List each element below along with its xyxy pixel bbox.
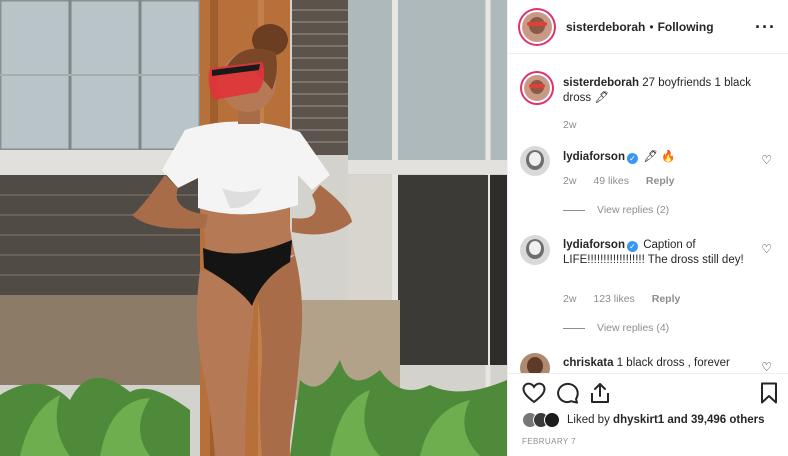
- view-replies-line: [563, 327, 585, 329]
- post-date[interactable]: FEBRUARY 7: [522, 437, 576, 446]
- share-icon[interactable]: [589, 382, 611, 404]
- comment-text: lydiaforson ✓ 🖋 🔥: [563, 150, 763, 165]
- post-header: sisterdeborah • Following ···: [508, 0, 788, 54]
- comments-list[interactable]: sisterdeborah 27 boyfriends 1 black dros…: [508, 55, 788, 373]
- commenter-avatar[interactable]: [520, 353, 550, 373]
- liked-by-user[interactable]: dhyskirt1: [613, 414, 664, 426]
- post-actions: Liked by dhyskirt1 and 39,496 others FEB…: [508, 373, 788, 456]
- post-side-panel: sisterdeborah • Following ··· sisterdebo…: [507, 0, 788, 456]
- post-photo[interactable]: [0, 0, 507, 456]
- quill-pen-emoji: 🖋: [594, 92, 609, 104]
- comment-likes[interactable]: 49 likes: [593, 175, 629, 187]
- comment-username[interactable]: lydiaforson: [563, 151, 625, 163]
- like-heart-icon[interactable]: [522, 382, 546, 404]
- action-icons: [522, 382, 778, 408]
- liked-by-row[interactable]: Liked by dhyskirt1 and 39,496 others: [522, 412, 765, 428]
- verified-badge-icon: ✓: [626, 241, 638, 252]
- comment-likes[interactable]: 123 likes: [593, 293, 634, 305]
- post-photo-illustration: [0, 0, 507, 456]
- commenter-avatar[interactable]: [520, 235, 550, 265]
- comment-like-heart-icon[interactable]: ♡: [761, 242, 772, 256]
- caption-text: sisterdeborah 27 boyfriends 1 black dros…: [563, 76, 763, 106]
- view-replies-line: [563, 209, 585, 211]
- view-replies-button[interactable]: View replies (2): [563, 204, 669, 216]
- comment-meta: 2w 123 likes Reply: [563, 293, 694, 305]
- liked-by-prefix: Liked by: [567, 414, 610, 426]
- caption-row: sisterdeborah 27 boyfriends 1 black dros…: [520, 71, 782, 141]
- view-replies-label: View replies (2): [597, 204, 670, 216]
- comment-time[interactable]: 2w: [563, 175, 576, 187]
- liker-avatar: [544, 412, 560, 428]
- reply-button[interactable]: Reply: [652, 293, 681, 305]
- caption-author-avatar[interactable]: [520, 71, 554, 105]
- more-options-icon[interactable]: ···: [755, 18, 776, 36]
- following-button[interactable]: Following: [658, 20, 714, 34]
- liked-by-text: Liked by dhyskirt1 and 39,496 others: [567, 414, 765, 426]
- comment-username[interactable]: chriskata: [563, 357, 614, 369]
- comment-bubble-icon[interactable]: [556, 382, 579, 404]
- commenter-avatar[interactable]: [520, 146, 550, 176]
- author-username[interactable]: sisterdeborah: [566, 20, 645, 34]
- caption-username[interactable]: sisterdeborah: [563, 77, 639, 89]
- comment-row: chriskata 1 black dross , forever ♡: [520, 353, 782, 373]
- reply-button[interactable]: Reply: [646, 175, 675, 187]
- save-bookmark-icon[interactable]: [760, 382, 778, 404]
- comment-message: 🖋 🔥: [643, 151, 676, 163]
- comment-like-heart-icon[interactable]: ♡: [761, 360, 772, 373]
- instagram-post-modal: sisterdeborah • Following ··· sisterdebo…: [0, 0, 788, 456]
- comment-message: 1 black dross , forever: [616, 357, 730, 369]
- comment-time[interactable]: 2w: [563, 293, 576, 305]
- liked-by-others[interactable]: and 39,496 others: [667, 414, 764, 426]
- comment-text: chriskata 1 black dross , forever: [563, 356, 763, 371]
- view-replies-label: View replies (4): [597, 322, 670, 334]
- view-replies-button[interactable]: View replies (4): [563, 322, 669, 334]
- comment-row: lydiaforson ✓ 🖋 🔥 ♡ 2w 49 likes Reply Vie…: [520, 146, 782, 226]
- comment-text: lydiaforson ✓ Caption of LIFE!!!!!!!!!!!!…: [563, 238, 753, 268]
- comment-like-heart-icon[interactable]: ♡: [761, 153, 772, 167]
- verified-badge-icon: ✓: [626, 153, 638, 164]
- caption-meta: 2w: [563, 119, 590, 131]
- author-avatar[interactable]: [518, 7, 556, 46]
- header-separator: •: [649, 19, 654, 34]
- caption-time[interactable]: 2w: [563, 119, 576, 131]
- comment-row: lydiaforson ✓ Caption of LIFE!!!!!!!!!!!!…: [520, 235, 782, 345]
- comment-meta: 2w 49 likes Reply: [563, 175, 688, 187]
- comment-username[interactable]: lydiaforson: [563, 239, 625, 251]
